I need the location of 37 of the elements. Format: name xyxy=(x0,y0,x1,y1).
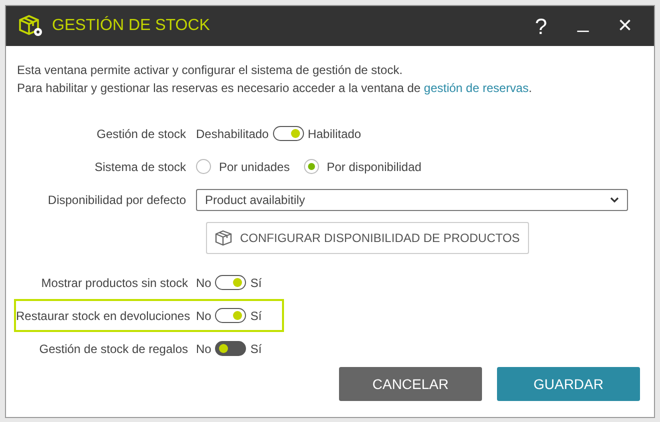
toggle-switch[interactable] xyxy=(215,341,246,356)
field-label: Mostrar productos sin stock xyxy=(40,274,189,292)
box-gear-icon xyxy=(18,14,44,38)
on-label: Sí xyxy=(250,274,262,292)
on-label: Sí xyxy=(250,340,262,358)
intro-text: . xyxy=(528,80,532,97)
chevron-down-icon xyxy=(610,196,619,202)
toggle-switch[interactable] xyxy=(215,308,246,323)
radio-label: Por unidades xyxy=(219,158,290,176)
field-label: Gestión de stock de regalos xyxy=(38,340,189,358)
field-label: Restaurar stock en devoluciones xyxy=(16,308,192,324)
on-label: Sí xyxy=(250,308,262,324)
field-label: Sistema de stock xyxy=(94,158,187,176)
radio-label: Por disponibilidad xyxy=(326,158,422,176)
minimize-button[interactable]: _ xyxy=(566,12,600,40)
intro-text: Para habilitar y gestionar las reservas es necesario acceder a la ventana de xyxy=(17,80,422,97)
off-label: No xyxy=(196,274,212,292)
close-button[interactable]: × xyxy=(608,8,642,44)
window-title: GESTIÓN DE STOCK xyxy=(52,15,210,36)
off-label: Deshabilitado xyxy=(196,126,269,142)
intro-text: Esta ventana permite activar y configurar el sistema de gestión de stock. xyxy=(17,62,404,79)
configure-button[interactable]: CONFIGURAR DISPONIBILIDAD DE PRODUCTOS xyxy=(206,222,529,254)
radio-button[interactable] xyxy=(196,159,211,174)
reserves-link[interactable]: gestión de reservas xyxy=(424,79,529,97)
off-label: No xyxy=(196,308,212,324)
on-label: Habilitado xyxy=(308,126,362,142)
help-button[interactable]: ? xyxy=(524,10,558,42)
box-icon xyxy=(215,230,232,246)
radio-button[interactable] xyxy=(304,159,319,174)
save-button[interactable]: GUARDAR xyxy=(497,367,640,401)
cancel-button[interactable]: CANCELAR xyxy=(339,367,482,401)
off-label: No xyxy=(196,340,212,358)
field-label: Disponibilidad por defecto xyxy=(46,192,187,208)
toggle-switch[interactable] xyxy=(272,126,304,141)
field-label: Gestión de stock xyxy=(96,126,187,142)
toggle-switch[interactable] xyxy=(215,275,246,290)
availability-dropdown[interactable]: Product availabitily xyxy=(196,188,628,210)
